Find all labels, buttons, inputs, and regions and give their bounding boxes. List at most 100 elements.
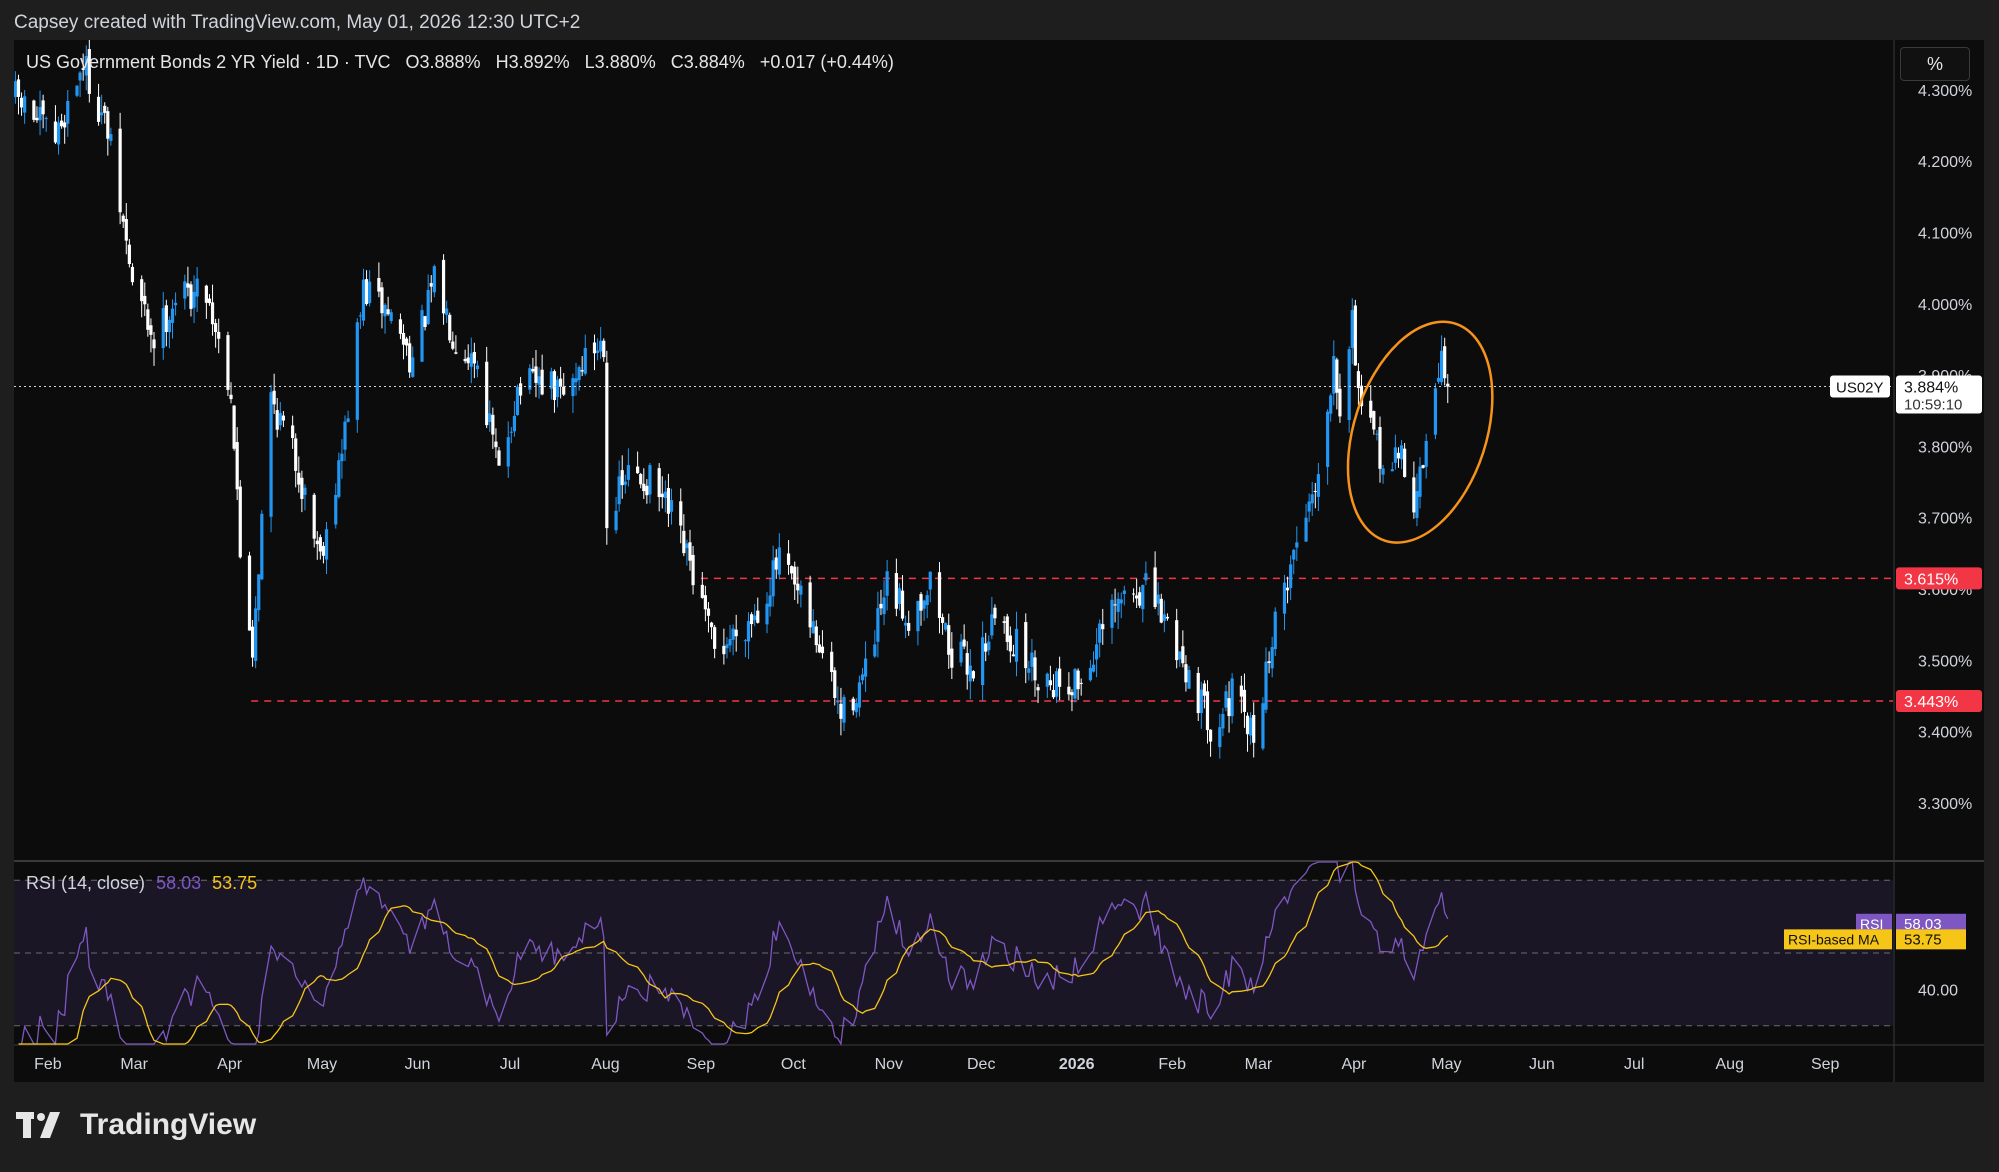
time-tick-label: Apr xyxy=(1341,1056,1367,1073)
candle-body xyxy=(592,342,597,354)
candle-body xyxy=(639,474,643,485)
candle-body xyxy=(857,682,862,708)
candle-body xyxy=(257,574,261,611)
candle-body xyxy=(790,566,794,574)
candle-body xyxy=(1113,604,1117,606)
candle-body xyxy=(275,410,279,430)
candle-body xyxy=(873,644,877,657)
candle-body xyxy=(907,623,911,631)
time-tick-label: Mar xyxy=(1245,1056,1273,1073)
candle-body xyxy=(260,513,264,580)
candle-body xyxy=(614,510,618,531)
price-tick-label: 4.300% xyxy=(1918,83,1972,100)
candle-body xyxy=(173,302,178,306)
candle-body xyxy=(1165,616,1170,619)
candle-body xyxy=(981,637,985,686)
candle-body xyxy=(411,357,415,377)
candle-body xyxy=(555,379,560,398)
candle-body xyxy=(1252,715,1256,743)
candle-body xyxy=(626,465,630,480)
candle-body xyxy=(189,284,193,309)
candle-body xyxy=(429,283,433,287)
candle-body xyxy=(1138,592,1142,606)
price-tick-label: 3.800% xyxy=(1918,439,1972,456)
candle-body xyxy=(1421,465,1425,468)
candle-body xyxy=(186,283,190,288)
candle-body xyxy=(318,537,322,552)
price-tick-label: 3.700% xyxy=(1918,511,1972,528)
candle-body xyxy=(103,105,107,113)
candle-body xyxy=(16,79,21,97)
candle-body xyxy=(1048,680,1052,686)
candle-body xyxy=(679,501,683,526)
candle-body xyxy=(149,325,153,335)
candle-body xyxy=(217,331,221,339)
rsi-legend: RSI (14, close) 58.03 53.75 xyxy=(26,873,257,894)
candle-body xyxy=(1436,377,1441,382)
candle-body xyxy=(1067,686,1071,695)
candle-body xyxy=(143,295,147,305)
candle-body xyxy=(364,279,369,305)
candle-body xyxy=(559,378,563,387)
candle-body xyxy=(1381,468,1385,475)
candle-body xyxy=(1242,689,1247,712)
candle-body xyxy=(1205,691,1210,731)
candle-body xyxy=(1267,661,1271,663)
candle-body xyxy=(1175,620,1179,661)
candle-body xyxy=(1002,621,1006,623)
candle-body xyxy=(756,610,760,623)
time-tick-label: Jun xyxy=(1529,1056,1555,1073)
support-label: 3.615% xyxy=(1904,571,1958,588)
candle-body xyxy=(1159,598,1163,623)
candle-body xyxy=(1399,445,1404,460)
candle-body xyxy=(269,392,273,517)
candle-body xyxy=(703,595,707,610)
candle-body xyxy=(820,646,825,654)
candle-body xyxy=(753,615,757,621)
candle-body xyxy=(706,608,711,616)
candle-body xyxy=(183,281,187,299)
candle-body xyxy=(127,244,131,265)
ohlc-open: O3.888% xyxy=(405,52,481,72)
candle-body xyxy=(130,266,135,283)
candle-body xyxy=(324,529,329,560)
time-tick-label: Jul xyxy=(500,1056,520,1073)
candle-body xyxy=(882,597,886,615)
candle-body xyxy=(1264,661,1268,710)
candle-body xyxy=(833,670,837,698)
candle-body xyxy=(1403,448,1407,477)
price-scale-unit-button[interactable]: % xyxy=(1900,47,1970,81)
candle-body xyxy=(1196,672,1200,714)
candle-body xyxy=(599,340,603,352)
candle-body xyxy=(250,626,255,658)
candle-body xyxy=(648,465,652,495)
candle-body xyxy=(540,369,544,395)
candle-body xyxy=(1390,469,1394,472)
candle-body xyxy=(405,338,409,346)
candle-body xyxy=(272,390,276,405)
candle-body xyxy=(1326,411,1330,467)
candle-body xyxy=(617,476,621,505)
candle-body xyxy=(1332,356,1336,394)
candle-body xyxy=(1433,388,1438,435)
candle-body xyxy=(1350,310,1354,348)
candle-body xyxy=(121,215,125,222)
candle-body xyxy=(876,608,880,642)
candle-body xyxy=(734,629,738,637)
candle-body xyxy=(987,641,991,651)
symbol-tag: US02Y xyxy=(1836,380,1884,397)
rsi-tick-label: 40.00 xyxy=(1918,982,1958,999)
tradingview-logo: TradingView xyxy=(16,1108,256,1142)
candle-body xyxy=(793,566,797,585)
rsi-legend-value: 58.03 xyxy=(156,873,202,893)
candle-body xyxy=(472,351,476,364)
candle-body xyxy=(78,72,82,81)
candle-body xyxy=(238,486,242,558)
ohlc-close: C3.884% xyxy=(670,52,745,72)
candle-body xyxy=(408,343,412,373)
candle-body xyxy=(811,621,815,634)
candle-body xyxy=(1316,474,1320,497)
chart-canvas[interactable]: 4.300%4.200%4.100%4.000%3.900%3.800%3.70… xyxy=(14,40,1984,1082)
candle-body xyxy=(860,674,865,681)
candle-body xyxy=(688,542,692,561)
